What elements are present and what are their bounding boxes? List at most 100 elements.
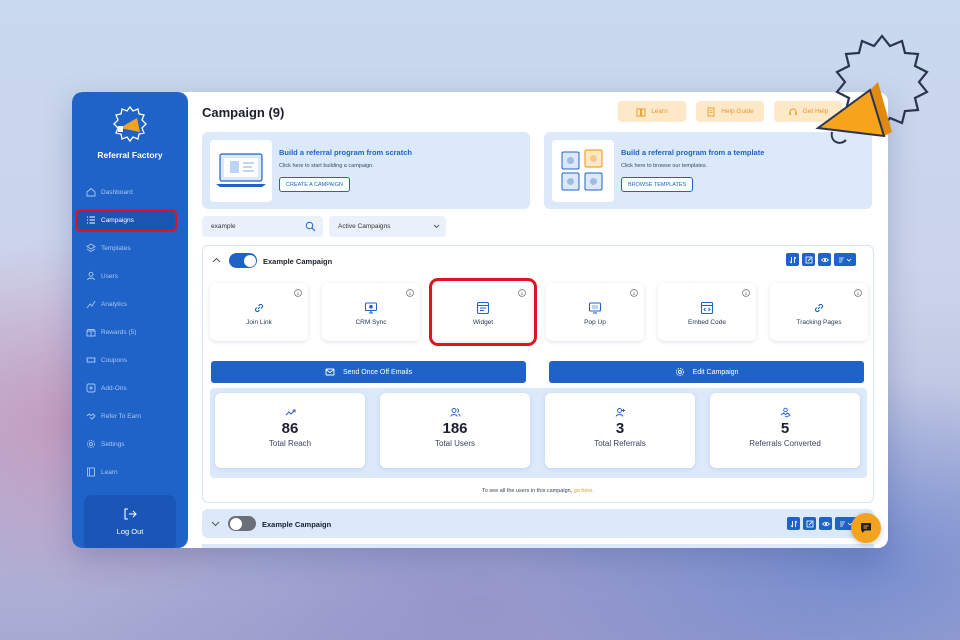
info-icon[interactable]	[742, 289, 750, 297]
home-icon	[86, 187, 96, 197]
banner-subtitle: Click here to browse our templates.	[621, 163, 708, 169]
toggle-knob	[229, 517, 242, 530]
tile-join-link[interactable]: Join Link	[210, 283, 308, 341]
monitor-sync-icon	[364, 302, 378, 314]
preview-button[interactable]	[819, 517, 832, 530]
sidebar-nav: Dashboard Campaigns Templates Users Anal…	[72, 178, 188, 486]
tile-crm-sync[interactable]: CRM Sync	[322, 283, 420, 341]
sidebar-item-label: Users	[101, 272, 118, 280]
brand[interactable]: Referral Factory	[72, 104, 188, 160]
banner-title: Build a referral program from scratch	[279, 148, 412, 157]
campaign-toggle[interactable]	[228, 516, 256, 531]
campaign-toggle[interactable]	[229, 253, 257, 268]
sidebar-item-label: Settings	[101, 440, 125, 448]
chevron-down-icon	[433, 224, 440, 229]
sidebar-item-coupons[interactable]: Coupons	[72, 346, 188, 374]
campaign-status-select[interactable]: Active Campaigns	[329, 216, 446, 237]
handshake-icon	[86, 413, 96, 420]
trend-up-icon	[285, 409, 295, 416]
gear-icon	[675, 367, 684, 377]
campaign-card-collapsed[interactable]: Example Campaign	[202, 509, 874, 538]
sidebar-item-campaigns[interactable]: Campaigns	[72, 206, 188, 234]
campaign-header: Example Campaign	[203, 246, 873, 276]
help-guide-label: Help Guide	[721, 108, 754, 115]
search-icon[interactable]	[305, 221, 316, 232]
more-dropdown-button[interactable]	[834, 253, 856, 266]
sidebar-item-label: Analytics	[101, 300, 128, 308]
tile-pop-up[interactable]: Pop Up	[546, 283, 644, 341]
send-emails-label: Send Once Off Emails	[342, 368, 413, 376]
banner-title: Build a referral program from a template	[621, 148, 765, 157]
chat-bubble-icon	[861, 523, 871, 533]
campaign-card: Example Campaign Join Link CRM Sync Widg…	[202, 245, 874, 503]
sidebar-item-templates[interactable]: Templates	[72, 234, 188, 262]
sidebar-item-label: Coupons	[101, 356, 128, 364]
logout-icon	[124, 508, 137, 520]
campaign-name: Example Campaign	[262, 520, 332, 529]
preview-button[interactable]	[818, 253, 831, 266]
stat-total-users: 186 Total Users	[380, 393, 530, 468]
list-icon	[87, 216, 95, 224]
sidebar-item-label: Learn	[101, 468, 118, 476]
sidebar-item-settings[interactable]: Settings	[72, 430, 188, 458]
tile-widget[interactable]: Widget	[429, 278, 537, 346]
info-icon[interactable]	[406, 289, 414, 297]
stat-referrals-converted: 5 Referrals Converted	[710, 393, 860, 468]
tile-tracking-pages[interactable]: Tracking Pages	[770, 283, 868, 341]
sort-button[interactable]	[786, 253, 799, 266]
sidebar-item-dashboard[interactable]: Dashboard	[72, 178, 188, 206]
tile-embed-code[interactable]: Embed Code	[658, 283, 756, 341]
toggle-knob	[243, 254, 256, 267]
info-icon[interactable]	[518, 289, 526, 297]
tile-label: Tracking Pages	[796, 319, 842, 326]
eye-icon	[820, 257, 829, 262]
templates-illustration-icon	[552, 140, 614, 202]
sidebar-item-label: Dashboard	[101, 188, 133, 196]
sidebar-item-label: Rewards (5)	[101, 328, 137, 336]
sidebar-item-refer-to-earn[interactable]: Refer To Earn	[72, 402, 188, 430]
learn-button[interactable]: Learn	[618, 101, 686, 122]
info-icon[interactable]	[854, 289, 862, 297]
info-icon[interactable]	[630, 289, 638, 297]
help-guide-button[interactable]: Help Guide	[696, 101, 764, 122]
sort-button[interactable]	[787, 517, 800, 530]
stat-label: Total Referrals	[594, 439, 646, 448]
logout-button[interactable]: Log Out	[84, 495, 176, 548]
go-here-link[interactable]: go here.	[574, 488, 594, 494]
menu-chevron-icon	[839, 257, 852, 262]
build-from-scratch-banner[interactable]: Build a referral program from scratch Cl…	[202, 132, 530, 209]
sidebar-item-analytics[interactable]: Analytics	[72, 290, 188, 318]
sidebar-item-learn[interactable]: Learn	[72, 458, 188, 486]
search-input[interactable]: example	[202, 216, 323, 237]
browse-templates-button[interactable]: BROWSE TEMPLATES	[621, 177, 694, 192]
chevron-up-icon[interactable]	[212, 256, 221, 265]
document-icon	[707, 107, 715, 116]
stat-value: 3	[615, 420, 625, 437]
search-value: example	[211, 223, 236, 230]
sidebar-item-add-ons[interactable]: Add-Ons	[72, 374, 188, 402]
chevron-down-icon[interactable]	[211, 519, 220, 528]
edit-campaign-label: Edit Campaign	[692, 368, 739, 376]
create-campaign-button[interactable]: CREATE A CAMPAIGN	[279, 177, 350, 192]
tile-label: Embed Code	[688, 319, 726, 326]
book-icon	[87, 467, 95, 477]
user-add-icon	[615, 408, 625, 417]
sort-icon	[790, 520, 797, 527]
campaign-actions	[786, 253, 856, 266]
tile-label: CRM Sync	[355, 319, 387, 326]
edit-campaign-button[interactable]: Edit Campaign	[549, 361, 864, 383]
stat-total-reach: 86 Total Reach	[215, 393, 365, 468]
chat-button[interactable]	[851, 513, 881, 543]
send-once-off-emails-button[interactable]: Send Once Off Emails	[211, 361, 526, 383]
link-icon	[254, 303, 264, 313]
widget-icon	[476, 301, 490, 315]
book-icon	[636, 108, 646, 116]
sidebar-item-rewards[interactable]: Rewards (5)	[72, 318, 188, 346]
sidebar-item-users[interactable]: Users	[72, 262, 188, 290]
info-icon[interactable]	[294, 289, 302, 297]
sidebar-item-label: Templates	[101, 244, 131, 252]
edit-button[interactable]	[803, 517, 816, 530]
edit-button[interactable]	[802, 253, 815, 266]
sidebar-item-label: Campaigns	[101, 216, 134, 224]
edit-icon	[805, 256, 812, 263]
